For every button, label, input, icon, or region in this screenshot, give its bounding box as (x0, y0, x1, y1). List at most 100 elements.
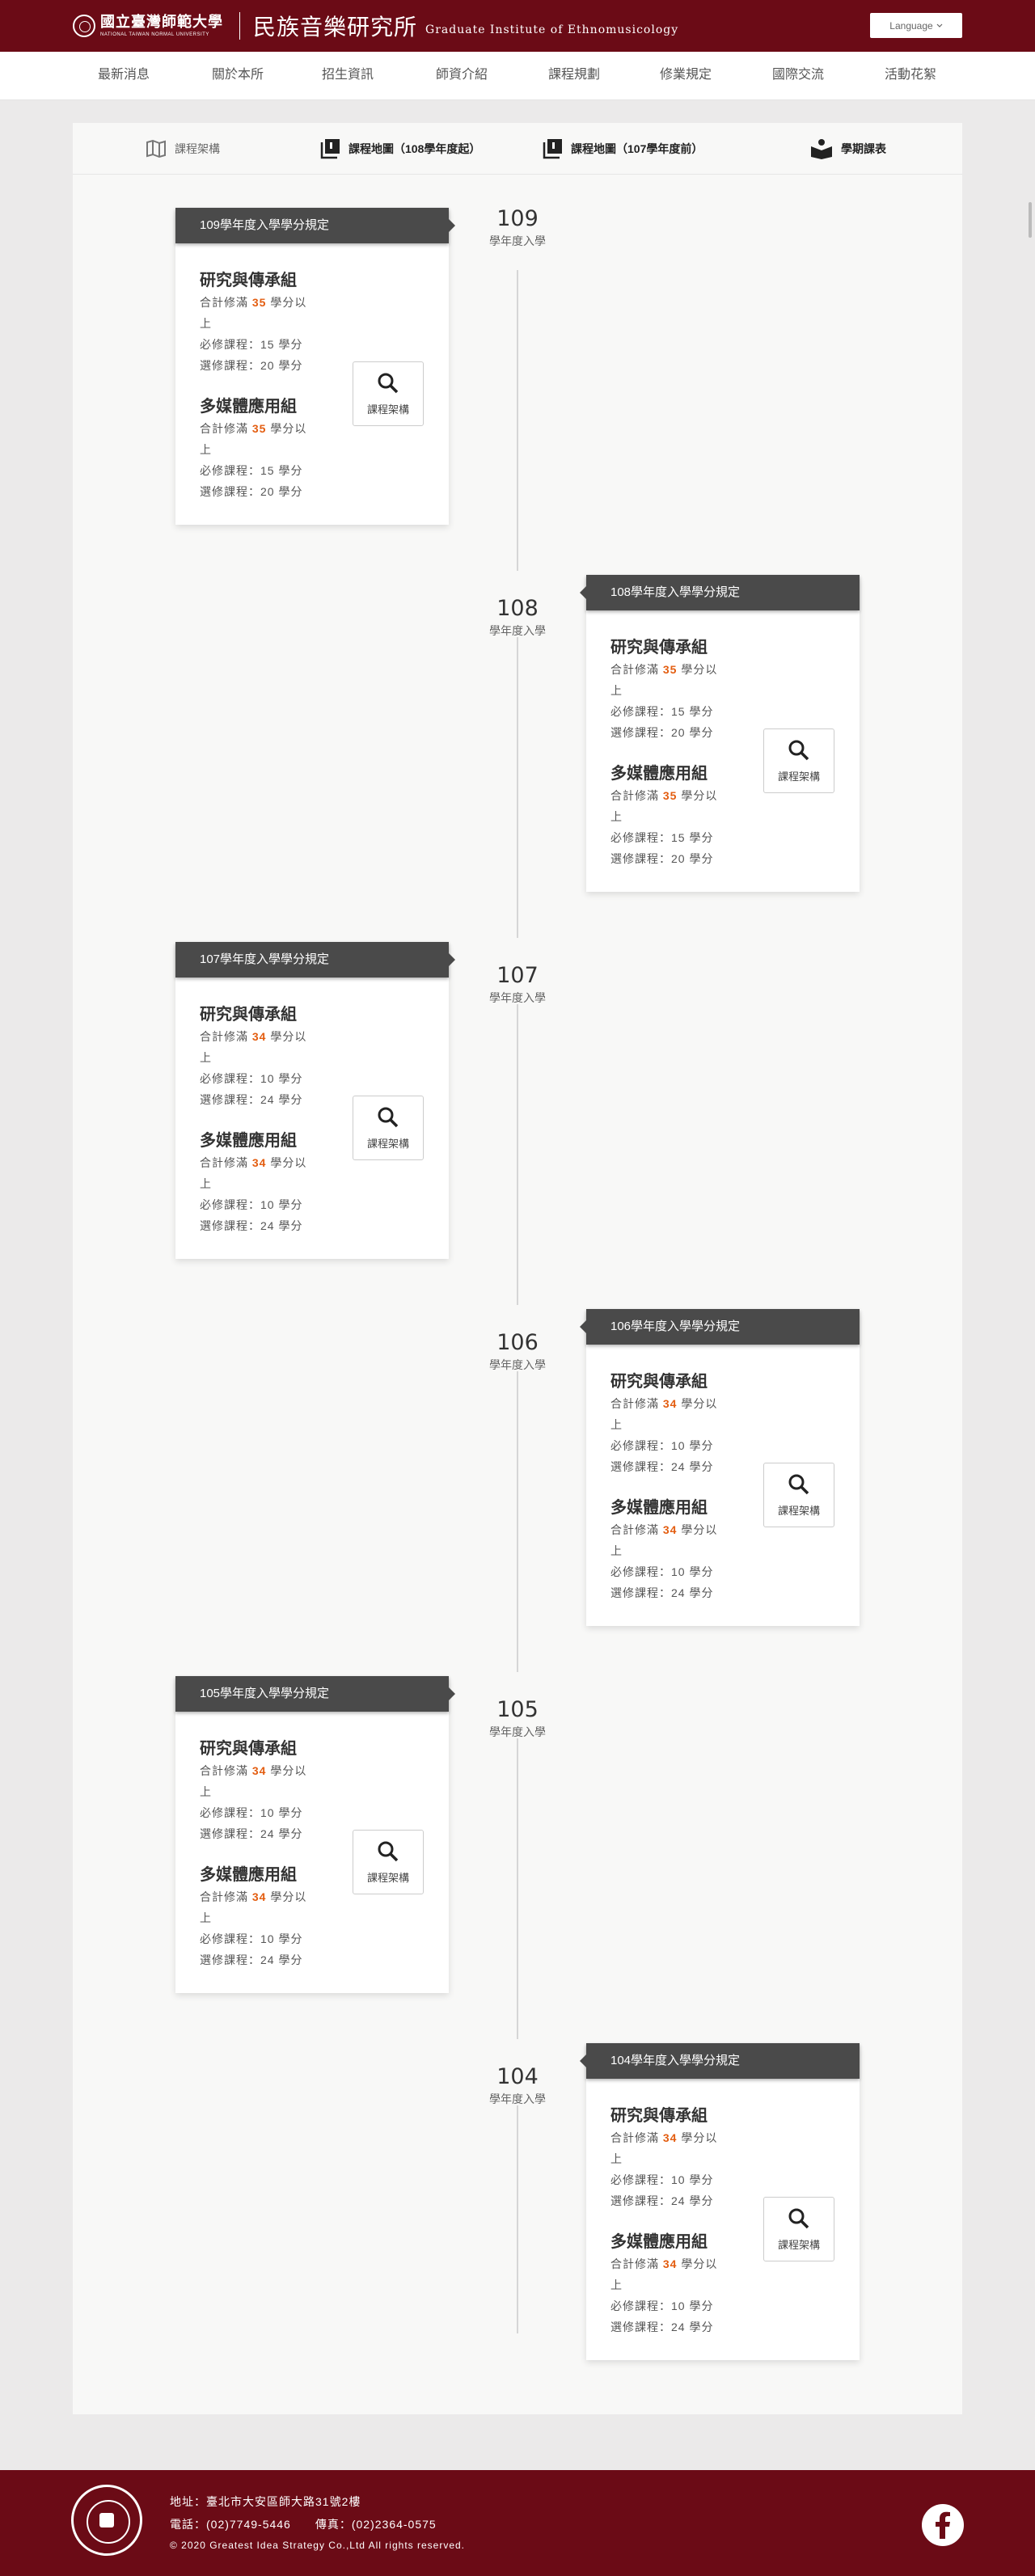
nav-item-about[interactable]: 關於本所 (212, 52, 264, 100)
nav-item-international[interactable]: 國際交流 (772, 52, 824, 100)
elective-credits: 選修課程：24 學分 (610, 1460, 714, 1473)
required-credits: 必修課程：10 學分 (610, 2299, 714, 2312)
button-label: 課程架構 (366, 403, 409, 416)
tab-label: 課程地圖（108學年度起） (349, 142, 481, 155)
elective-credits: 選修課程：20 學分 (200, 485, 303, 498)
elective-credits: 選修課程：20 學分 (200, 359, 303, 372)
books-icon (320, 139, 340, 159)
nav-item-news[interactable]: 最新消息 (98, 52, 150, 100)
group-multimedia: 多媒體應用組 合計修滿 35 學分以上 必修課程：15 學分 選修課程：20 學… (610, 762, 732, 869)
credit-card: 108學年度入學學分規定 研究與傳承組 合計修滿 35 學分以上 必修課程：15… (580, 575, 860, 892)
year-subtitle: 學年度入學 (489, 1725, 546, 1738)
site-logo[interactable]: 國立臺灣師範大學 NATIONAL TAIWAN NORMAL UNIVERSI… (73, 11, 678, 40)
required-credits: 必修課程：10 學分 (610, 2173, 714, 2186)
tab-label: 學期課表 (841, 142, 886, 155)
tab-semester-schedule[interactable]: 學期課表 (810, 123, 886, 175)
nav-item-faculty[interactable]: 師資介紹 (436, 52, 488, 100)
group-multimedia: 多媒體應用組 合計修滿 34 學分以上 必修課程：10 學分 選修課程：24 學… (610, 1497, 732, 1603)
group-name: 多媒體應用組 (200, 1132, 297, 1150)
course-structure-button[interactable]: 課程架構 (353, 361, 424, 426)
card-title: 104學年度入學學分規定 (580, 2043, 860, 2079)
group-research: 研究與傳承組 合計修滿 34 學分以上 必修課程：10 學分 選修課程：24 學… (200, 1003, 321, 1110)
timeline-year-marker: 104 學年度入學 (477, 2064, 558, 2107)
search-icon (378, 1107, 399, 1127)
scrollbar-thumb[interactable] (1029, 202, 1032, 238)
year-number: 104 (496, 2064, 539, 2089)
group-research: 研究與傳承組 合計修滿 34 學分以上 必修課程：10 學分 選修課程：24 學… (610, 1370, 732, 1477)
course-structure-button[interactable]: 課程架構 (353, 1830, 424, 1894)
nav-item-regulations[interactable]: 修業規定 (660, 52, 712, 100)
credit-card: 109學年度入學學分規定 研究與傳承組 合計修滿 35 學分以上 必修課程：15… (175, 208, 455, 525)
tab-label: 課程地圖（107學年度前） (571, 142, 703, 155)
group-research: 研究與傳承組 合計修滿 35 學分以上 必修課程：15 學分 選修課程：20 學… (200, 269, 321, 376)
elective-credits: 選修課程：24 學分 (610, 2194, 714, 2207)
button-label: 課程架構 (366, 1137, 409, 1150)
university-seal-icon (73, 15, 95, 37)
divider (239, 12, 240, 40)
group-multimedia: 多媒體應用組 合計修滿 34 學分以上 必修課程：10 學分 選修課程：24 學… (200, 1130, 321, 1236)
year-number: 106 (496, 1330, 539, 1355)
elective-credits: 選修課程：24 學分 (200, 1953, 303, 1966)
footer-address: 地址：臺北市大安區師大路31號2樓 (170, 2495, 361, 2508)
timeline-year-marker: 109 學年度入學 (477, 206, 558, 249)
tab-course-structure[interactable]: 課程架構 (146, 123, 220, 175)
required-credits: 必修課程：10 學分 (200, 1806, 303, 1819)
tab-course-map-107[interactable]: 課程地圖（107學年度前） (542, 123, 703, 175)
group-research: 研究與傳承組 合計修滿 34 學分以上 必修課程：10 學分 選修課程：24 學… (200, 1738, 321, 1844)
year-number: 105 (496, 1697, 539, 1722)
total-credits: 合計修滿 34 學分以上 (610, 2257, 718, 2291)
year-subtitle: 學年度入學 (489, 624, 546, 637)
timeline-line (517, 1738, 518, 2039)
footer-copyright: © 2020 Greatest Idea Strategy Co.,Ltd Al… (170, 2540, 466, 2551)
books-icon (543, 139, 562, 159)
credit-card: 104學年度入學學分規定 研究與傳承組 合計修滿 34 學分以上 必修課程：10… (580, 2043, 860, 2360)
credit-card: 105學年度入學學分規定 研究與傳承組 合計修滿 34 學分以上 必修課程：10… (175, 1676, 455, 1993)
required-credits: 必修課程：10 學分 (610, 1439, 714, 1452)
course-structure-button[interactable]: 課程架構 (763, 1463, 834, 1527)
search-icon (788, 740, 809, 760)
year-subtitle: 學年度入學 (489, 234, 546, 247)
nav-item-curriculum[interactable]: 課程規劃 (548, 52, 600, 100)
language-button[interactable]: Language (870, 13, 962, 38)
button-label: 課程架構 (366, 1871, 409, 1884)
nav-item-gallery[interactable]: 活動花絮 (885, 52, 936, 100)
search-icon (378, 1841, 399, 1861)
university-name-zh: 國立臺灣師範大學 (100, 13, 223, 31)
year-number: 109 (496, 206, 539, 231)
year-number: 107 (496, 963, 539, 988)
facebook-icon (936, 2511, 950, 2539)
timeline-year-marker: 106 學年度入學 (477, 1330, 558, 1373)
total-credits: 合計修滿 34 學分以上 (610, 1523, 718, 1557)
required-credits: 必修課程：15 學分 (610, 831, 714, 844)
sub-tabs: 課程架構 課程地圖（108學年度起） 課程地圖（107學年度前） 學期課表 (73, 123, 962, 175)
group-multimedia: 多媒體應用組 合計修滿 34 學分以上 必修課程：10 學分 選修課程：24 學… (200, 1864, 321, 1970)
group-name: 研究與傳承組 (200, 272, 297, 289)
search-icon (788, 2208, 809, 2228)
total-credits: 合計修滿 35 學分以上 (200, 296, 307, 330)
total-credits: 合計修滿 34 學分以上 (610, 1397, 718, 1431)
nav-item-admissions[interactable]: 招生資訊 (322, 52, 374, 100)
group-name: 研究與傳承組 (610, 1373, 708, 1391)
required-credits: 必修課程：10 學分 (610, 1565, 714, 1578)
total-credits: 合計修滿 35 學分以上 (610, 789, 718, 823)
course-structure-button[interactable]: 課程架構 (353, 1096, 424, 1160)
course-structure-button[interactable]: 課程架構 (763, 728, 834, 793)
institute-name-en: Graduate Institute of Ethnomusicology (425, 23, 679, 36)
year-subtitle: 學年度入學 (489, 991, 546, 1004)
search-icon (378, 373, 399, 393)
total-credits: 合計修滿 34 學分以上 (200, 1764, 307, 1798)
content-panel: 課程架構 課程地圖（108學年度起） 課程地圖（107學年度前） 學期課表 10… (73, 123, 962, 2414)
year-number: 108 (496, 596, 539, 621)
required-credits: 必修課程：15 學分 (200, 464, 303, 477)
elective-credits: 選修課程：20 學分 (610, 726, 714, 739)
group-name: 多媒體應用組 (200, 398, 297, 416)
credit-card: 107學年度入學學分規定 研究與傳承組 合計修滿 34 學分以上 必修課程：10… (175, 942, 455, 1259)
total-credits: 合計修滿 34 學分以上 (200, 1030, 307, 1064)
course-structure-button[interactable]: 課程架構 (763, 2197, 834, 2261)
tab-course-map-108[interactable]: 課程地圖（108學年度起） (319, 123, 480, 175)
group-name: 研究與傳承組 (610, 639, 708, 657)
group-name: 研究與傳承組 (200, 1740, 297, 1758)
card-title: 106學年度入學學分規定 (580, 1309, 860, 1345)
facebook-link[interactable] (922, 2504, 964, 2546)
total-credits: 合計修滿 35 學分以上 (200, 422, 307, 456)
